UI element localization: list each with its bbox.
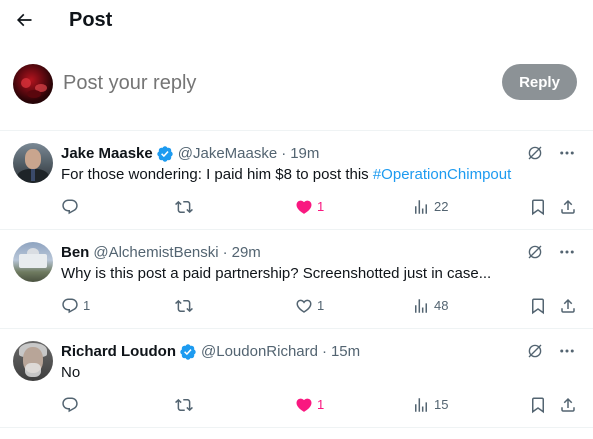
author-name[interactable]: Ben: [61, 243, 89, 263]
author-name[interactable]: Richard Loudon: [61, 342, 176, 362]
reply-meta: Richard Loudon @LoudonRichard · 15m: [61, 342, 361, 362]
reply-text: Why is this post a paid partnership? Scr…: [61, 265, 492, 282]
views-action[interactable]: 22: [412, 197, 448, 217]
avatar[interactable]: [13, 64, 53, 104]
heart-icon: [295, 297, 313, 315]
retweet-icon: [175, 198, 193, 216]
retweet-action[interactable]: [175, 296, 197, 316]
reply-composer: Reply: [0, 56, 593, 112]
reply-input[interactable]: [63, 69, 483, 97]
share-icon: [559, 297, 577, 315]
timestamp[interactable]: 15m: [331, 342, 360, 362]
top-bar: Post: [0, 0, 593, 40]
reply-icon: [61, 396, 79, 414]
action-bar: 1 22: [61, 197, 581, 217]
heart-icon: [295, 396, 313, 414]
bookmark-icon: [529, 297, 547, 315]
like-action[interactable]: 1: [295, 395, 324, 415]
share-action[interactable]: [559, 296, 577, 316]
reply-item[interactable]: Richard Loudon @LoudonRichard · 15m No 1: [0, 329, 593, 428]
like-action[interactable]: 1: [295, 197, 324, 217]
grok-icon[interactable]: [525, 143, 545, 163]
action-bar: 1 15: [61, 395, 581, 415]
timestamp[interactable]: 19m: [290, 144, 319, 164]
retweet-icon: [175, 396, 193, 414]
reply-action[interactable]: [61, 197, 83, 217]
views-icon: [412, 198, 430, 216]
reply-item[interactable]: Ben @AlchemistBenski · 29m Why is this p…: [0, 230, 593, 329]
share-action[interactable]: [559, 395, 577, 415]
bookmark-action[interactable]: [529, 197, 547, 217]
bookmark-icon: [529, 198, 547, 216]
timestamp[interactable]: 29m: [232, 243, 261, 263]
verified-badge-icon: [179, 343, 197, 361]
reply-text: For those wondering: I paid him $8 to po…: [61, 166, 512, 183]
retweet-action[interactable]: [175, 197, 197, 217]
more-icon[interactable]: [557, 341, 577, 361]
grok-icon[interactable]: [525, 242, 545, 262]
author-name[interactable]: Jake Maaske: [61, 144, 153, 164]
views-icon: [412, 297, 430, 315]
views-action[interactable]: 15: [412, 395, 448, 415]
bookmark-icon: [529, 396, 547, 414]
reply-text: No: [61, 364, 81, 381]
reply-meta: Jake Maaske @JakeMaaske · 19m: [61, 144, 320, 164]
page-title: Post: [69, 9, 113, 31]
bookmark-action[interactable]: [529, 395, 547, 415]
grok-icon[interactable]: [525, 341, 545, 361]
avatar[interactable]: [13, 341, 53, 381]
heart-icon: [295, 198, 313, 216]
reply-meta: Ben @AlchemistBenski · 29m: [61, 243, 261, 263]
reply-item[interactable]: Jake Maaske @JakeMaaske · 19m For those …: [0, 131, 593, 230]
like-action[interactable]: 1: [295, 296, 324, 316]
reply-action[interactable]: 1: [61, 296, 90, 316]
avatar[interactable]: [13, 242, 53, 282]
action-bar: 1 1 48: [61, 296, 581, 316]
share-icon: [559, 396, 577, 414]
verified-badge-icon: [156, 145, 174, 163]
retweet-icon: [175, 297, 193, 315]
back-arrow-icon[interactable]: [12, 8, 36, 32]
reply-icon: [61, 297, 79, 315]
share-action[interactable]: [559, 197, 577, 217]
views-icon: [412, 396, 430, 414]
more-icon[interactable]: [557, 143, 577, 163]
retweet-action[interactable]: [175, 395, 197, 415]
reply-icon: [61, 198, 79, 216]
reply-action[interactable]: [61, 395, 83, 415]
author-handle[interactable]: @LoudonRichard: [201, 342, 318, 362]
bookmark-action[interactable]: [529, 296, 547, 316]
reply-button[interactable]: Reply: [502, 64, 577, 100]
avatar[interactable]: [13, 143, 53, 183]
hashtag-link[interactable]: #OperationChimpout: [373, 166, 511, 183]
author-handle[interactable]: @AlchemistBenski: [93, 243, 218, 263]
views-action[interactable]: 48: [412, 296, 448, 316]
author-handle[interactable]: @JakeMaaske: [178, 144, 277, 164]
share-icon: [559, 198, 577, 216]
more-icon[interactable]: [557, 242, 577, 262]
